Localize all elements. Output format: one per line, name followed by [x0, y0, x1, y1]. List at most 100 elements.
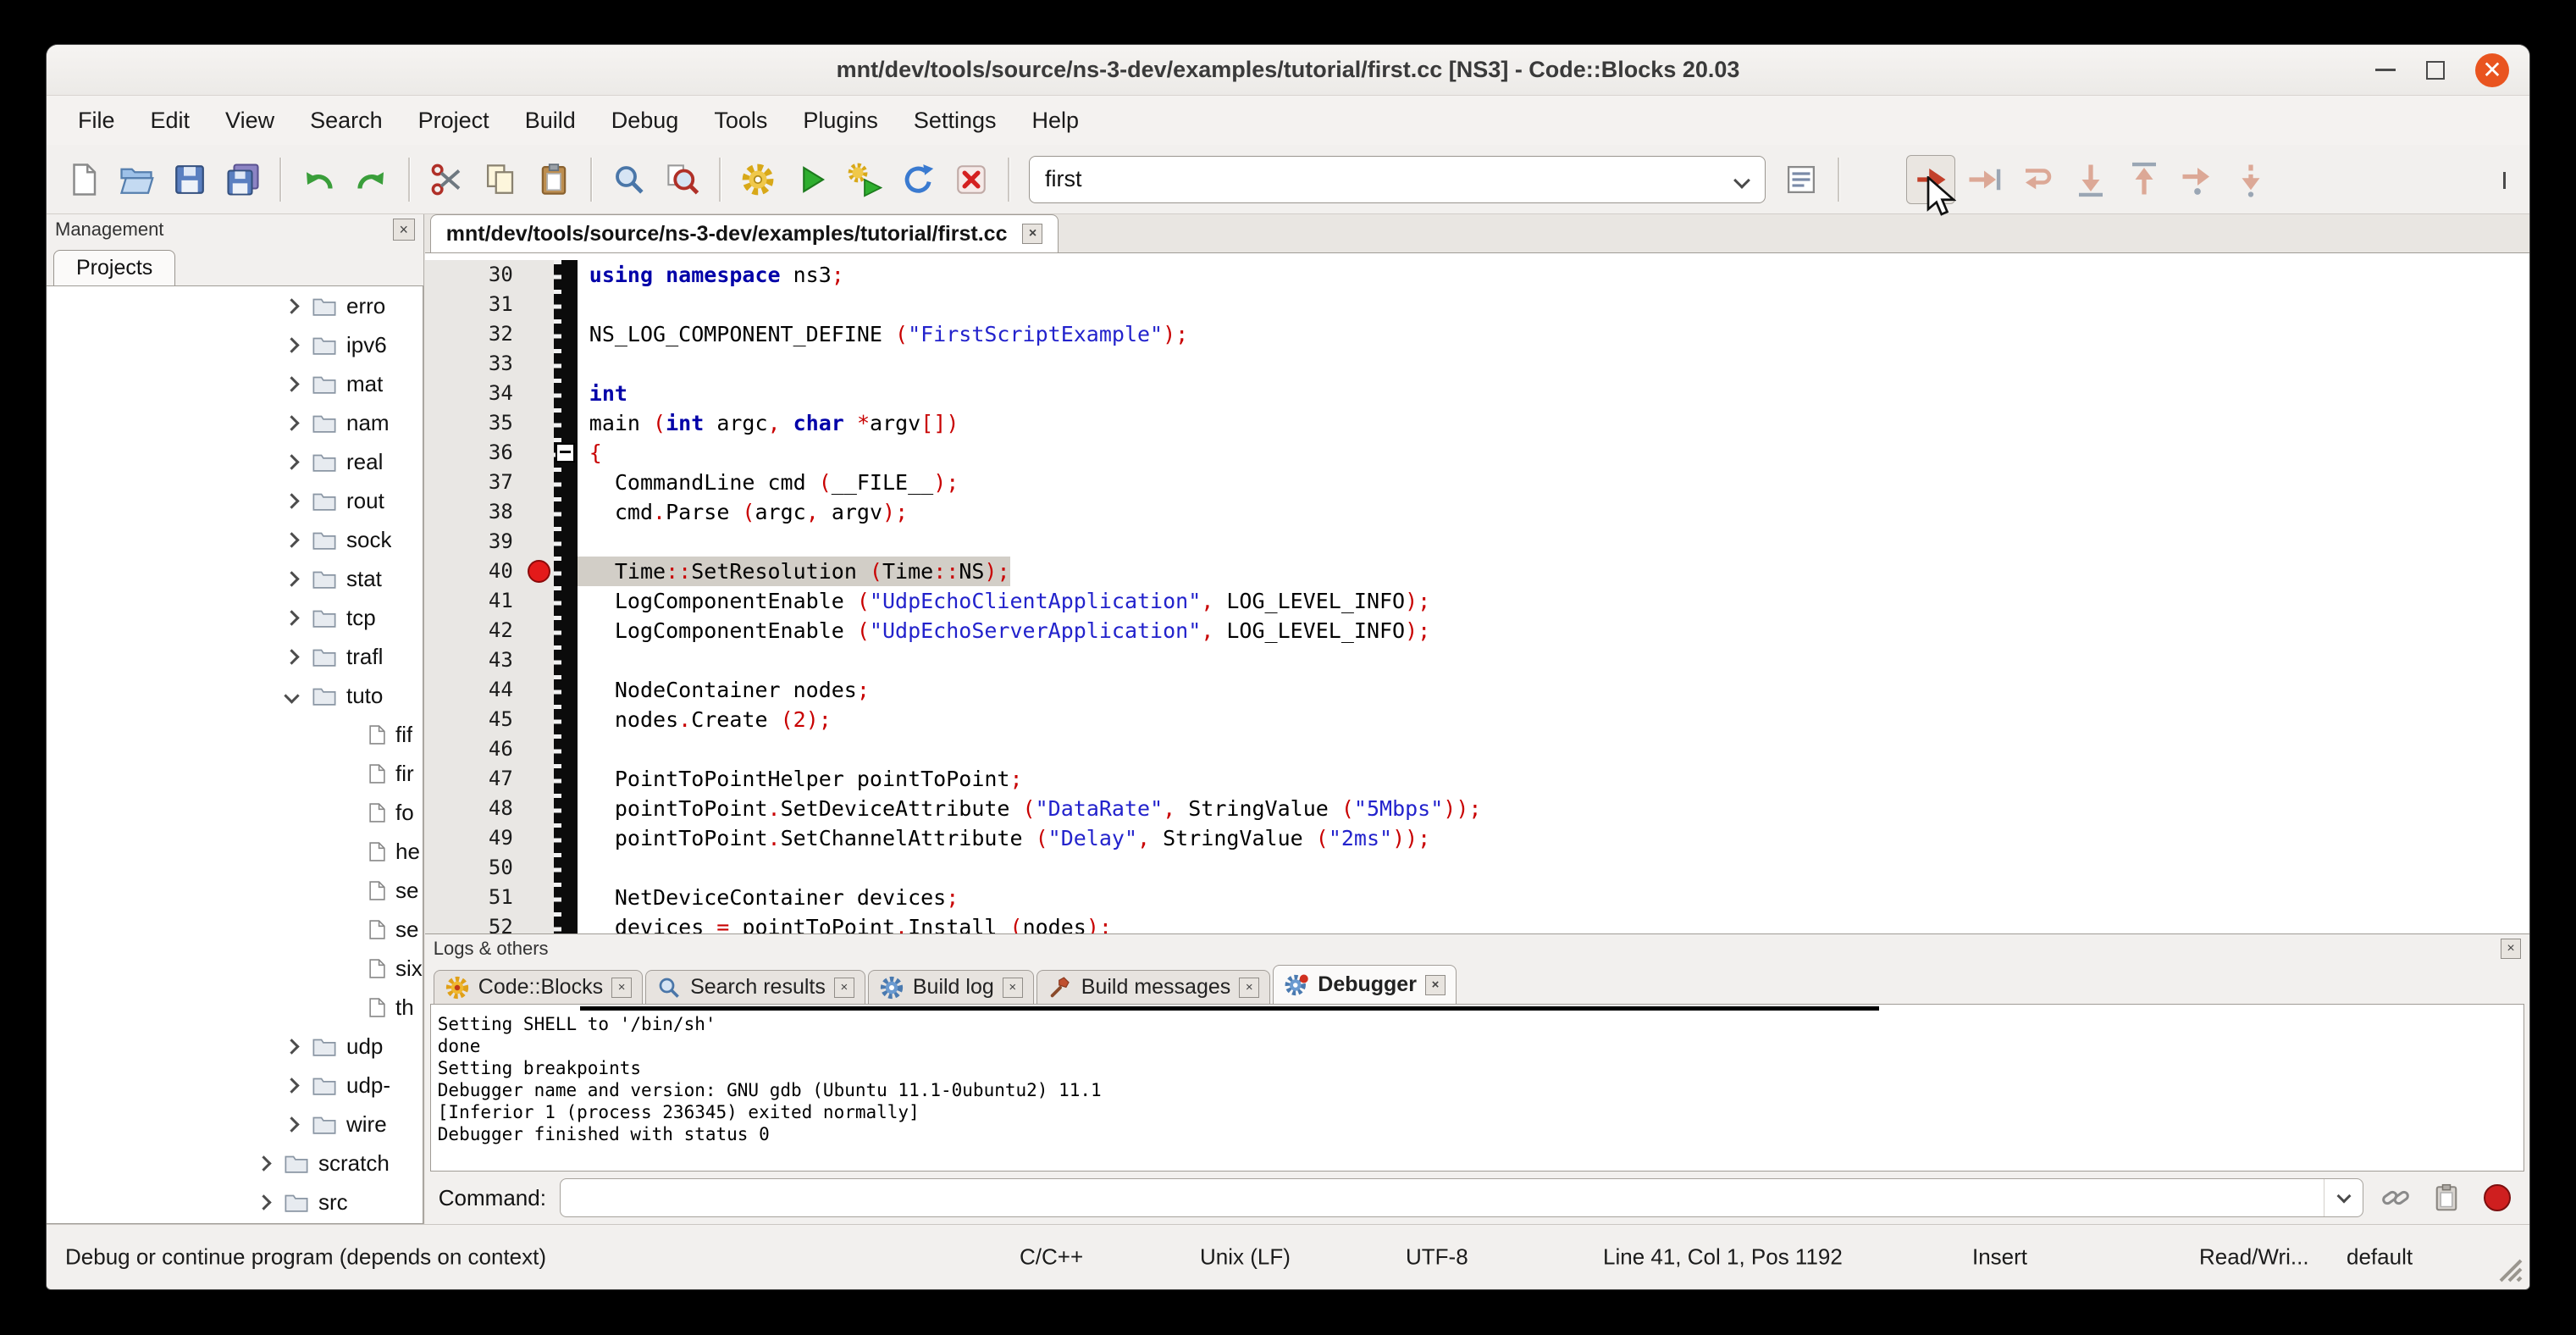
- code-line-48[interactable]: 48 pointToPoint.SetDeviceAttribute ("Dat…: [425, 794, 2529, 823]
- code-line-39[interactable]: 39: [425, 527, 2529, 557]
- tab-close-button[interactable]: ×: [834, 978, 854, 998]
- line-number[interactable]: 41: [425, 586, 525, 616]
- chevron-right-icon[interactable]: [284, 571, 299, 586]
- line-number[interactable]: 33: [425, 349, 525, 379]
- compile-button[interactable]: [733, 155, 782, 204]
- save-all-button[interactable]: [218, 155, 268, 204]
- menu-tools[interactable]: Tools: [696, 101, 785, 141]
- menu-edit[interactable]: Edit: [133, 101, 208, 141]
- run-button[interactable]: [787, 155, 836, 204]
- breakpoint-margin[interactable]: [525, 883, 554, 912]
- breakpoint-margin[interactable]: [525, 349, 554, 379]
- code-line-44[interactable]: 44 NodeContainer nodes;: [425, 675, 2529, 705]
- line-number[interactable]: 31: [425, 290, 525, 319]
- tree-item-trafl[interactable]: trafl: [47, 637, 423, 676]
- tab-close-button[interactable]: ×: [1239, 978, 1259, 998]
- abort-build-button[interactable]: [947, 155, 996, 204]
- breakpoint-margin[interactable]: [525, 290, 554, 319]
- code-line-51[interactable]: 51 NetDeviceContainer devices;: [425, 883, 2529, 912]
- next-line-button[interactable]: [2013, 155, 2062, 204]
- tab-debugger[interactable]: Debugger ×: [1273, 965, 1457, 1004]
- copy-log-button[interactable]: [2428, 1179, 2465, 1216]
- compiler-target-select-button[interactable]: [1777, 155, 1826, 204]
- rebuild-button[interactable]: [893, 155, 943, 204]
- breakpoint-margin[interactable]: [525, 408, 554, 438]
- menu-file[interactable]: File: [60, 101, 133, 141]
- minimize-button[interactable]: [2375, 69, 2396, 71]
- breakpoint-margin[interactable]: [525, 764, 554, 794]
- chevron-right-icon[interactable]: [284, 337, 299, 352]
- code-line-35[interactable]: 35main (int argc, char *argv[]): [425, 408, 2529, 438]
- management-close-button[interactable]: ×: [393, 219, 415, 241]
- editor-tab-close-button[interactable]: ×: [1022, 224, 1042, 244]
- code-line-47[interactable]: 47 PointToPointHelper pointToPoint;: [425, 764, 2529, 794]
- chevron-right-icon[interactable]: [284, 493, 299, 508]
- menu-debug[interactable]: Debug: [594, 101, 697, 141]
- breakpoint-margin[interactable]: [525, 705, 554, 734]
- toolbar-overflow-button[interactable]: [2503, 172, 2506, 187]
- chevron-down-icon[interactable]: [284, 688, 299, 703]
- code-line-43[interactable]: 43: [425, 645, 2529, 675]
- breakpoint-margin[interactable]: [525, 586, 554, 616]
- chevron-right-icon[interactable]: [284, 1116, 299, 1132]
- step-into-button[interactable]: [2066, 155, 2115, 204]
- tab-codeblocks[interactable]: Code::Blocks ×: [434, 970, 643, 1004]
- menu-plugins[interactable]: Plugins: [785, 101, 896, 141]
- chevron-right-icon[interactable]: [284, 1039, 299, 1054]
- close-button[interactable]: ✕: [2475, 53, 2509, 87]
- line-number[interactable]: 34: [425, 379, 525, 408]
- code-line-33[interactable]: 33: [425, 349, 2529, 379]
- code-line-42[interactable]: 42 LogComponentEnable ("UdpEchoServerApp…: [425, 616, 2529, 645]
- run-to-cursor-button[interactable]: [1960, 155, 2009, 204]
- tree-item-se[interactable]: se: [47, 871, 423, 910]
- breakpoint-margin[interactable]: [525, 734, 554, 764]
- cut-button[interactable]: [423, 155, 472, 204]
- breakpoint-margin[interactable]: [525, 616, 554, 645]
- title-bar[interactable]: mnt/dev/tools/source/ns-3-dev/examples/t…: [47, 45, 2529, 96]
- code-line-36[interactable]: 36{: [425, 438, 2529, 468]
- tree-item-th[interactable]: th: [47, 988, 423, 1027]
- tree-item-rout[interactable]: rout: [47, 481, 423, 520]
- tree-item-mat[interactable]: mat: [47, 364, 423, 403]
- line-number[interactable]: 32: [425, 319, 525, 349]
- menu-view[interactable]: View: [207, 101, 292, 141]
- copy-button[interactable]: [476, 155, 525, 204]
- line-number[interactable]: 35: [425, 408, 525, 438]
- stop-debugger-button[interactable]: [2479, 1179, 2516, 1216]
- code-line-34[interactable]: 34int: [425, 379, 2529, 408]
- code-line-52[interactable]: 52 devices = pointToPoint.Install (nodes…: [425, 912, 2529, 933]
- chevron-right-icon[interactable]: [256, 1194, 271, 1210]
- tab-close-button[interactable]: ×: [611, 978, 632, 998]
- editor-tab[interactable]: mnt/dev/tools/source/ns-3-dev/examples/t…: [430, 214, 1059, 252]
- line-number[interactable]: 30: [425, 260, 525, 290]
- menu-project[interactable]: Project: [401, 101, 507, 141]
- tree-item-nam[interactable]: nam: [47, 403, 423, 442]
- tree-item-erro[interactable]: erro: [47, 286, 423, 325]
- breakpoint-margin[interactable]: [525, 912, 554, 933]
- breakpoint-margin[interactable]: [525, 794, 554, 823]
- breakpoint-margin[interactable]: [525, 468, 554, 497]
- code-line-30[interactable]: 30using namespace ns3;: [425, 260, 2529, 290]
- redo-button[interactable]: [347, 155, 396, 204]
- build-and-run-button[interactable]: [840, 155, 889, 204]
- chevron-right-icon[interactable]: [284, 610, 299, 625]
- line-number[interactable]: 39: [425, 527, 525, 557]
- command-dropdown-button[interactable]: [2324, 1179, 2363, 1216]
- step-into-instruction-button[interactable]: [2226, 155, 2275, 204]
- code-line-45[interactable]: 45 nodes.Create (2);: [425, 705, 2529, 734]
- menu-search[interactable]: Search: [292, 101, 401, 141]
- line-number[interactable]: 46: [425, 734, 525, 764]
- chevron-down-icon[interactable]: [1733, 172, 1750, 189]
- tree-item-udp-[interactable]: udp-: [47, 1066, 423, 1105]
- tab-build-messages[interactable]: Build messages ×: [1036, 970, 1270, 1004]
- code-line-37[interactable]: 37 CommandLine cmd (__FILE__);: [425, 468, 2529, 497]
- code-editor[interactable]: 30using namespace ns3;3132NS_LOG_COMPONE…: [425, 253, 2529, 933]
- tab-build-log[interactable]: Build log ×: [868, 970, 1034, 1004]
- tree-item-se[interactable]: se: [47, 910, 423, 949]
- code-line-50[interactable]: 50: [425, 853, 2529, 883]
- save-button[interactable]: [165, 155, 214, 204]
- breakpoint-margin[interactable]: [525, 497, 554, 527]
- menu-build[interactable]: Build: [507, 101, 594, 141]
- paste-button[interactable]: [529, 155, 578, 204]
- project-tree[interactable]: erroipv6matnamrealroutsockstattcptrafltu…: [47, 285, 423, 1224]
